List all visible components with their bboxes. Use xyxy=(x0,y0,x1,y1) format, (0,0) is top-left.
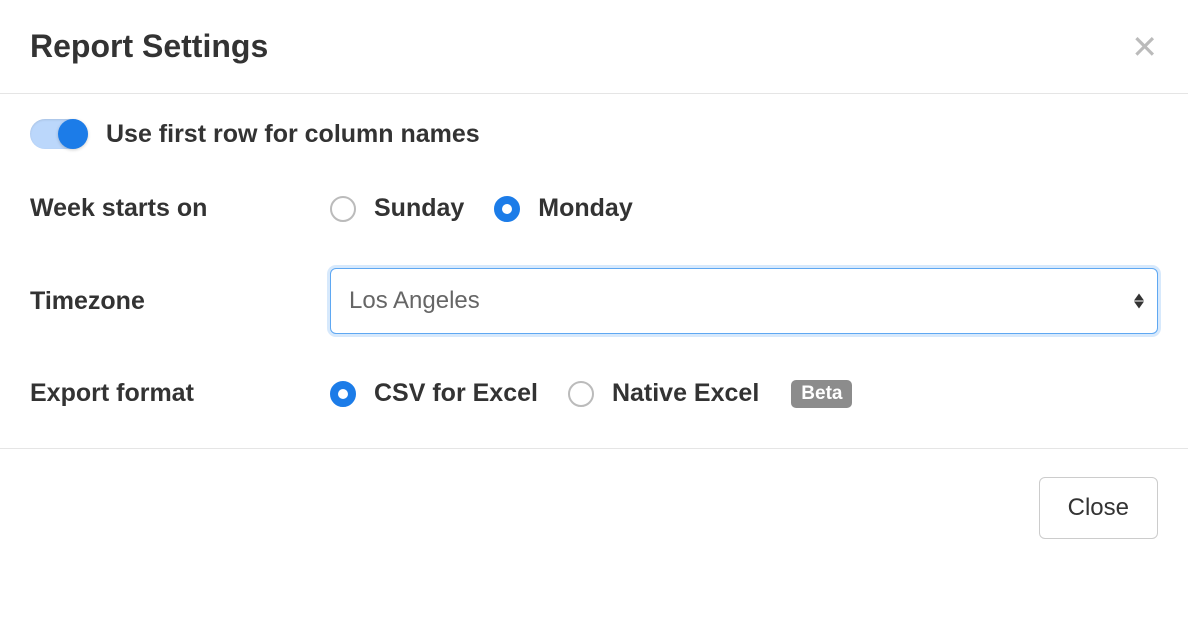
toggle-label: Use first row for column names xyxy=(106,120,480,149)
radio-native-excel[interactable] xyxy=(568,381,594,407)
radio-monday[interactable] xyxy=(494,196,520,222)
radio-sunday[interactable] xyxy=(330,196,356,222)
timezone-select[interactable]: Los Angeles xyxy=(330,268,1158,334)
export-format-label: Export format xyxy=(30,379,330,408)
timezone-label: Timezone xyxy=(30,287,330,316)
close-button[interactable]: Close xyxy=(1039,477,1158,539)
radio-native-excel-label: Native Excel xyxy=(612,379,759,408)
toggle-knob xyxy=(58,119,88,149)
week-starts-label: Week starts on xyxy=(30,194,330,223)
radio-csv[interactable] xyxy=(330,381,356,407)
timezone-value: Los Angeles xyxy=(349,287,480,315)
modal-title: Report Settings xyxy=(30,28,268,65)
use-first-row-toggle[interactable] xyxy=(30,119,88,149)
radio-monday-label: Monday xyxy=(538,194,632,223)
beta-badge: Beta xyxy=(791,380,852,408)
radio-csv-label: CSV for Excel xyxy=(374,379,538,408)
radio-sunday-label: Sunday xyxy=(374,194,464,223)
close-icon[interactable]: ✕ xyxy=(1131,31,1158,63)
select-arrows-icon xyxy=(1134,294,1144,309)
